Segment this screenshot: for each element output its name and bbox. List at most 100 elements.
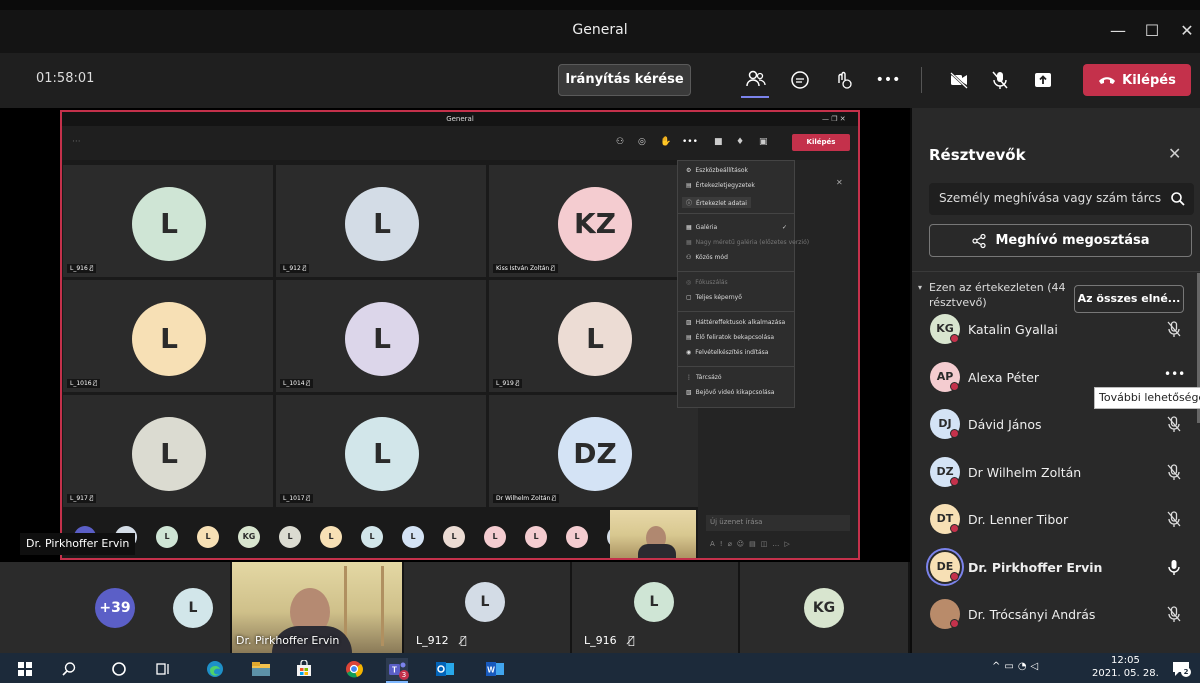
minimize-icon[interactable]: — [1103, 18, 1133, 44]
windows-start-icon[interactable] [14, 658, 36, 680]
more-options-icon[interactable]: ••• [1164, 367, 1185, 387]
share-invite-button[interactable]: Meghívó megosztása [929, 224, 1192, 257]
tile-name-text: L_916 [70, 265, 88, 272]
notification-center-icon[interactable]: 2 [1170, 658, 1192, 680]
participant-row[interactable]: DJ Dávid János [928, 404, 1192, 444]
strip-small-avatar: L [320, 526, 342, 548]
participant-row[interactable]: DE Dr. Pirkhoffer Ervin [928, 547, 1192, 587]
tile-name: L_1016 🎙̸ [67, 379, 101, 388]
tile-name: L_1014 🎙̸ [280, 379, 314, 388]
tile-name: Dr Wilhelm Zoltán 🎙̸ [493, 494, 559, 503]
teams-icon[interactable]: T 3 [386, 658, 409, 680]
in-meeting-section-label[interactable]: Ezen az értekezleten (44 résztvevő) [929, 280, 1079, 310]
section-collapse-icon[interactable]: ▾ [918, 283, 922, 292]
clock-time: 12:05 [1110, 655, 1140, 666]
shared-more-icon: ••• [682, 137, 698, 147]
mic-off-icon: 🎙̸ [628, 634, 635, 647]
mic-muted-icon [1164, 509, 1184, 529]
mic-off-icon: 🎙̸ [552, 495, 556, 502]
tile-name-text: L_919 [496, 380, 514, 387]
svg-text:W: W [487, 666, 495, 675]
file-explorer-icon[interactable] [250, 658, 272, 680]
strip-small-avatar: L [361, 526, 383, 548]
clock-date: 2021. 05. 28. [1092, 668, 1159, 679]
shared-chat-icon: ◎ [638, 137, 646, 147]
maximize-icon[interactable]: ☐ [1137, 18, 1167, 44]
gallery-tile: L L_919 🎙̸ [488, 279, 700, 393]
camera-off-icon[interactable] [944, 65, 974, 95]
strip-tile-l916[interactable]: L L_916 🎙̸ [572, 562, 740, 653]
strip-tile-l912[interactable]: L L_912 🎙̸ [404, 562, 572, 653]
teams-badge: 3 [399, 670, 409, 680]
strip-small-avatar: L [156, 526, 178, 548]
video-wall-bars [344, 566, 384, 646]
meeting-timer: 01:58:01 [36, 71, 95, 86]
mic-off-icon: 🎙̸ [93, 380, 98, 387]
participant-row[interactable]: DZ Dr Wilhelm Zoltán [928, 452, 1192, 492]
participant-name: Dávid János [968, 417, 1042, 432]
leave-button[interactable]: Kilépés [1083, 64, 1191, 96]
participant-row[interactable]: DT Dr. Lenner Tibor [928, 499, 1192, 539]
tile-avatar: L [558, 302, 632, 376]
chat-icon[interactable] [785, 65, 815, 95]
participants-icon[interactable] [741, 65, 771, 95]
menu-item-icon: ▨ [686, 319, 692, 326]
participant-row[interactable]: Dr. Trócsányi András [928, 594, 1192, 634]
invite-search-input[interactable]: Személy meghívása vagy szám tárcsázása [929, 183, 1194, 215]
outlook-icon[interactable] [434, 658, 456, 680]
word-icon[interactable]: W [484, 658, 506, 680]
menu-item: ⚇ Közös mód [686, 254, 728, 261]
mic-muted-icon [1164, 414, 1184, 434]
strip-small-avatar: L [443, 526, 465, 548]
menu-item-icon: ⚙ [686, 167, 692, 174]
edge-icon[interactable] [204, 658, 226, 680]
taskbar-search-icon[interactable] [58, 658, 80, 680]
participant-name: Dr. Trócsányi András [968, 607, 1096, 622]
windows-taskbar: T 3 W ^▭◔◁ 12:05 2021. 05. 28. 2 [0, 653, 1200, 683]
status-dot [950, 429, 959, 438]
participant-row[interactable]: KG Katalin Gyallai [928, 309, 1192, 349]
tile-name-text: L_917 [70, 495, 88, 502]
menu-item-icon: ⓘ [686, 200, 693, 207]
chrome-icon[interactable] [343, 658, 365, 680]
shared-screen: General — ❐ ✕ ··· ⚇ ◎ ✋ ••• ■ ♦ ▣ Kilépé… [60, 110, 860, 560]
share-screen-icon[interactable] [1028, 65, 1058, 95]
participant-strip: +39 L Dr. Pirkhoffer Ervin L L_912 🎙̸ L … [0, 562, 910, 653]
strip-tile-kg[interactable]: KG [740, 562, 910, 653]
system-tray-icons[interactable]: ^▭◔◁ [992, 661, 1042, 672]
menu-item-icon: ⋮ [686, 374, 692, 381]
menu-item: ▨ Háttéreffektusok alkalmazása [686, 319, 785, 326]
video-tile-name: Dr. Pirkhoffer Ervin [236, 634, 340, 647]
strip-video-tile[interactable]: Dr. Pirkhoffer Ervin [232, 562, 404, 653]
menu-item: ▢ Teljes képernyő [686, 294, 742, 301]
store-icon[interactable] [293, 658, 315, 680]
shared-presenter-body [638, 544, 676, 558]
mic-off-icon: 🎙̸ [306, 495, 311, 502]
shared-mic-icon: ♦ [736, 137, 745, 147]
menu-divider [678, 311, 794, 312]
taskbar-clock[interactable]: 12:05 2021. 05. 28. [1092, 654, 1159, 680]
menu-item-label: Tárcsázó [696, 374, 722, 381]
tile-avatar: L [345, 187, 419, 261]
strip-small-avatar: KG [238, 526, 260, 548]
cortana-icon[interactable] [108, 658, 130, 680]
tile-name-text: L_1014 [283, 380, 305, 387]
participant-name: Katalin Gyallai [968, 322, 1058, 337]
tile-name-text: L_1017 [283, 495, 305, 502]
search-icon[interactable] [1170, 191, 1186, 207]
strip-tile-name: L_916 🎙̸ [584, 634, 635, 647]
mic-off-icon: 🎙̸ [460, 634, 467, 647]
gallery-tile: L L_912 🎙̸ [275, 164, 487, 278]
close-icon[interactable]: ✕ [1172, 18, 1200, 44]
overflow-count-badge[interactable]: +39 [95, 588, 135, 628]
strip-tile-overflow[interactable]: +39 L [0, 562, 232, 653]
reactions-icon[interactable] [829, 65, 859, 95]
mic-off-icon[interactable] [985, 65, 1015, 95]
tile-name-text: Kiss István Zoltán [496, 265, 550, 272]
more-options-icon[interactable]: ••• [873, 65, 903, 95]
task-view-icon[interactable] [152, 658, 174, 680]
status-dot [950, 476, 959, 486]
panel-close-icon[interactable]: ✕ [1168, 144, 1181, 163]
menu-item-icon: ▤ [686, 334, 692, 341]
request-control-button[interactable]: Irányítás kérése [558, 64, 691, 96]
